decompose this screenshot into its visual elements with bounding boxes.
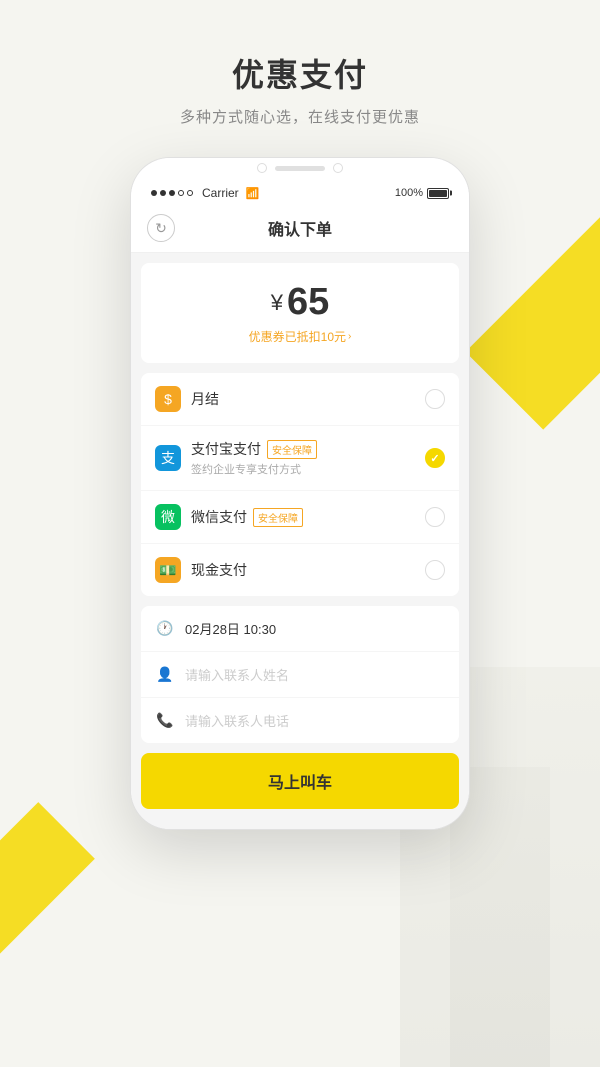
page-content: 优惠支付 多种方式随心选，在线支付更优惠 Carrier 📶 100%	[0, 0, 600, 830]
payment-option-wechat[interactable]: 微 微信支付 安全保障	[141, 491, 459, 544]
person-icon: 👤	[155, 666, 175, 683]
alipay-security-badge: 安全保障	[267, 440, 317, 459]
battery-percent: 100%	[395, 187, 423, 199]
wechat-icon: 微	[155, 504, 181, 530]
cash-label: 现金支付	[191, 560, 247, 580]
front-camera	[257, 163, 267, 173]
monthly-icon-symbol: $	[164, 391, 172, 407]
phone-icon: 📞	[155, 712, 175, 729]
signal-2	[160, 190, 166, 196]
monthly-label: 月结	[191, 389, 219, 409]
signal-5	[187, 190, 193, 196]
signal-3	[169, 190, 175, 196]
price-discount-text: 优惠券已抵扣10元	[249, 328, 346, 345]
phone-body: ¥ 65 优惠券已抵扣10元 › $ 月结	[131, 253, 469, 829]
alipay-radio[interactable]	[425, 448, 445, 468]
back-button[interactable]: ↻	[147, 214, 175, 242]
back-arrow-icon: ↻	[155, 220, 167, 237]
info-row-contact-name[interactable]: 👤 请输入联系人姓名	[141, 652, 459, 698]
phone-top-bar	[131, 158, 469, 178]
price-currency: ¥	[271, 290, 283, 316]
payment-options-card: $ 月结 支 支付宝支付	[141, 373, 459, 596]
alipay-name: 支付宝支付 安全保障	[191, 439, 415, 459]
alipay-icon-symbol: 支	[161, 448, 175, 468]
monthly-radio[interactable]	[425, 389, 445, 409]
alipay-label: 支付宝支付	[191, 439, 261, 459]
time-value: 02月28日 10:30	[185, 619, 276, 638]
wechat-icon-symbol: 微	[161, 507, 175, 527]
info-row-contact-phone[interactable]: 📞 请输入联系人电话	[141, 698, 459, 743]
price-discount[interactable]: 优惠券已抵扣10元 ›	[159, 328, 441, 345]
nav-title: 确认下单	[175, 216, 425, 240]
payment-option-monthly[interactable]: $ 月结	[141, 373, 459, 426]
phone-speaker	[275, 166, 325, 171]
page-subtitle: 多种方式随心选，在线支付更优惠	[180, 106, 420, 127]
page-title: 优惠支付	[232, 50, 368, 96]
battery-icon	[427, 188, 449, 199]
battery-fill	[429, 190, 447, 197]
monthly-icon: $	[155, 386, 181, 412]
alipay-icon: 支	[155, 445, 181, 471]
payment-option-cash[interactable]: 💵 现金支付	[141, 544, 459, 596]
signal-1	[151, 190, 157, 196]
front-camera-2	[333, 163, 343, 173]
cash-info: 现金支付	[191, 560, 415, 580]
wechat-name: 微信支付 安全保障	[191, 507, 415, 527]
signal-4	[178, 190, 184, 196]
discount-arrow-icon: ›	[348, 331, 351, 342]
wifi-icon: 📶	[246, 187, 260, 200]
monthly-info: 月结	[191, 389, 415, 409]
wechat-security-badge: 安全保障	[253, 508, 303, 527]
cash-name: 现金支付	[191, 560, 415, 580]
monthly-name: 月结	[191, 389, 415, 409]
submit-button[interactable]: 马上叫车	[141, 753, 459, 809]
submit-label: 马上叫车	[268, 775, 332, 792]
price-amount: ¥ 65	[159, 281, 441, 324]
status-right: 100%	[395, 187, 449, 199]
status-bar: Carrier 📶 100%	[131, 178, 469, 204]
alipay-sub: 签约企业专享支付方式	[191, 461, 415, 477]
carrier-label: Carrier	[202, 186, 239, 200]
wechat-label: 微信支付	[191, 507, 247, 527]
alipay-info: 支付宝支付 安全保障 签约企业专享支付方式	[191, 439, 415, 477]
wechat-info: 微信支付 安全保障	[191, 507, 415, 527]
contact-name-placeholder: 请输入联系人姓名	[185, 665, 289, 684]
contact-phone-placeholder: 请输入联系人电话	[185, 711, 289, 730]
price-card: ¥ 65 优惠券已抵扣10元 ›	[141, 263, 459, 363]
phone-mockup: Carrier 📶 100% ↻ 确认下单 ¥	[130, 157, 470, 830]
nav-bar: ↻ 确认下单	[131, 204, 469, 253]
price-value: 65	[287, 281, 329, 324]
payment-option-alipay[interactable]: 支 支付宝支付 安全保障 签约企业专享支付方式	[141, 426, 459, 491]
info-row-time[interactable]: 🕐 02月28日 10:30	[141, 606, 459, 652]
cash-icon-symbol: 💵	[159, 562, 176, 579]
cash-radio[interactable]	[425, 560, 445, 580]
cash-icon: 💵	[155, 557, 181, 583]
info-card: 🕐 02月28日 10:30 👤 请输入联系人姓名 📞 请输入联系人电话	[141, 606, 459, 743]
wechat-radio[interactable]	[425, 507, 445, 527]
status-left: Carrier 📶	[151, 186, 259, 200]
time-icon: 🕐	[155, 620, 175, 637]
